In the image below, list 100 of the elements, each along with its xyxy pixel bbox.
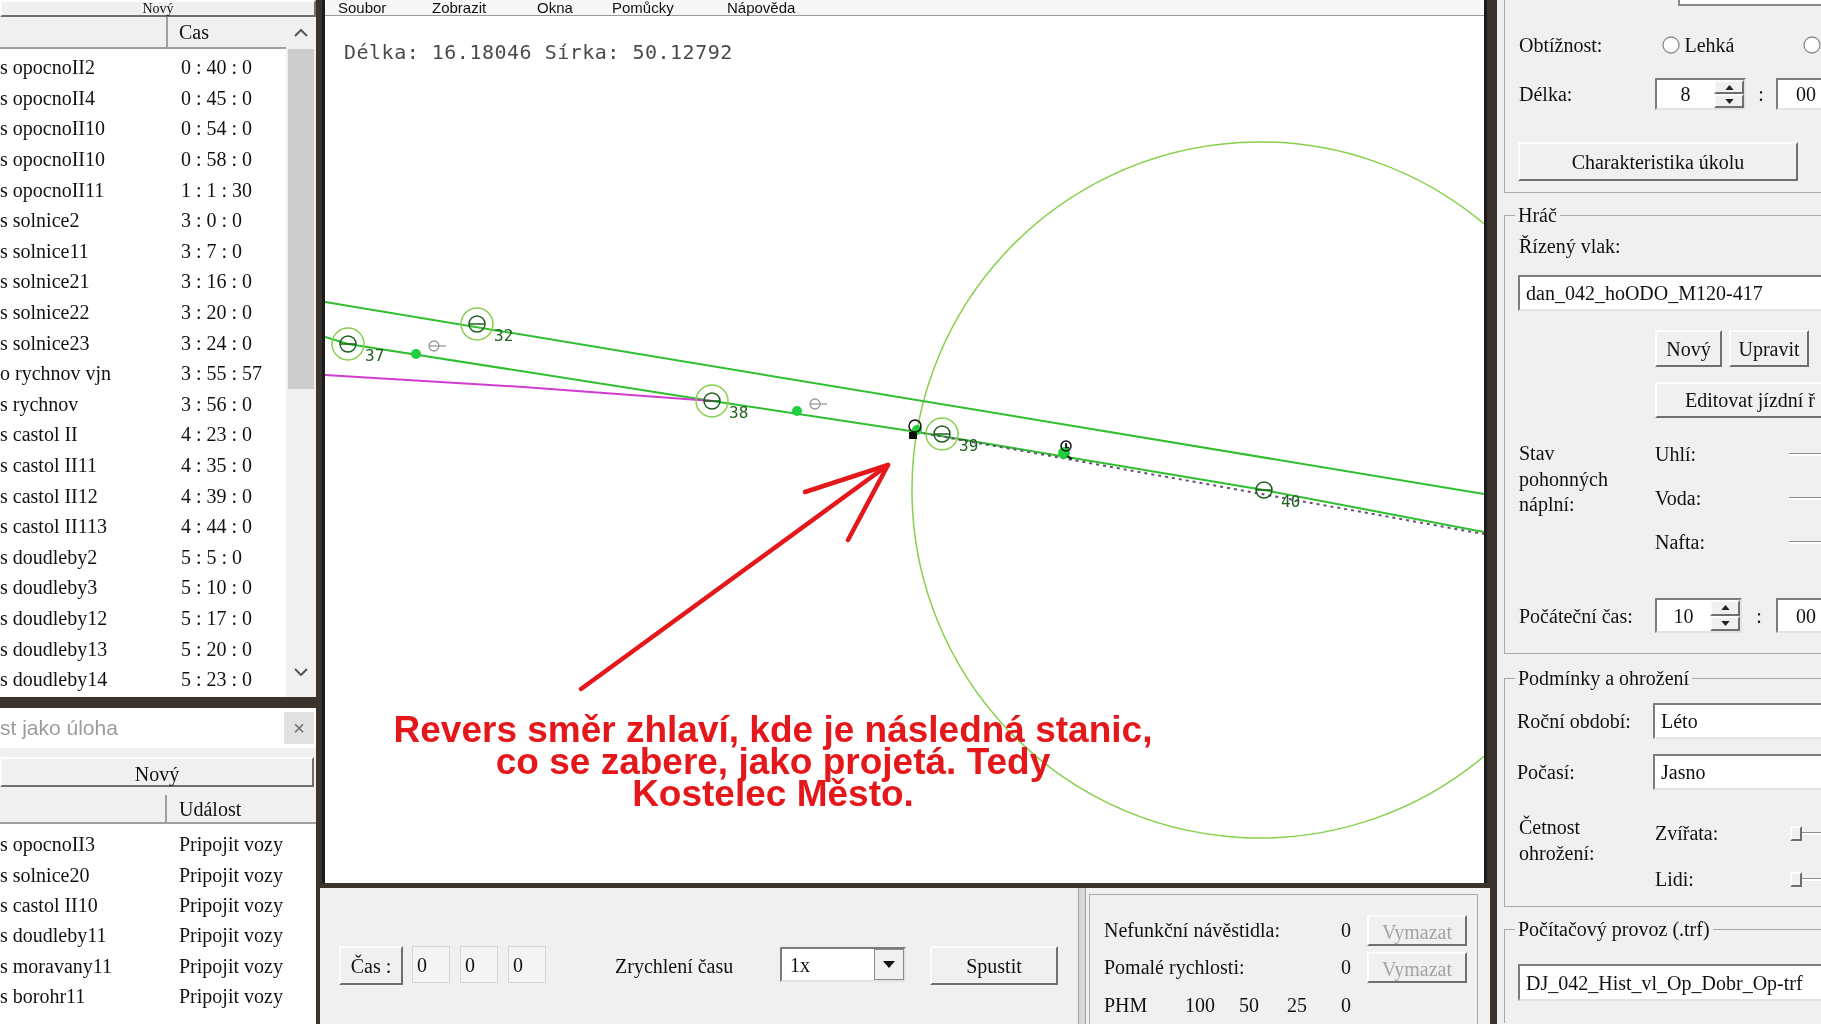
field-label: Voda: (1655, 486, 1703, 511)
counter-value: 0 (1341, 918, 1352, 944)
new-button[interactable]: Nový (1655, 330, 1722, 367)
field-label: Lidi: (1655, 867, 1695, 892)
table-cell-text: s solnice20 (0, 862, 91, 888)
group-title: Hráč (1517, 203, 1558, 227)
chevron-down-icon (294, 668, 308, 676)
slider-thumb[interactable] (1790, 871, 1802, 887)
radio-button[interactable] (1662, 36, 1681, 54)
table-cell-text: s solnice23 (0, 330, 91, 356)
table-cell-text: Pripojit vozy (178, 984, 283, 1010)
slider-track[interactable] (1789, 540, 1821, 544)
hours-field[interactable]: 10 (1655, 598, 1742, 633)
table-cell-text: 5 : 10 : 0 (180, 575, 253, 601)
speed-label: Zrychlení času (615, 953, 734, 980)
menu-item[interactable]: Soubor (338, 0, 387, 15)
table-cell-text: 5 : 23 : 0 (180, 667, 253, 693)
marker-label: 37 (365, 346, 385, 365)
input-field[interactable] (1678, 0, 1821, 6)
table-cell-text: s opocnoII11 (0, 177, 106, 204)
start-button[interactable]: Spustit (930, 946, 1058, 985)
table-cell-text: s opocnoII4 (0, 85, 96, 112)
new-button[interactable]: Nový (0, 0, 316, 17)
traffic-file-field[interactable]: DJ_042_Hist_vl_Op_Dobr_Op-trf (1518, 964, 1821, 1001)
table-cell-text: s opocnoII10 (0, 116, 106, 142)
field-label: Zvířata: (1655, 821, 1720, 846)
table-cell-text: 3 : 55 : 57 (180, 361, 263, 387)
characteristics-button[interactable]: Charakteristika úkolu (1518, 142, 1798, 181)
table-cell-text: 4 : 35 : 0 (180, 453, 253, 478)
table-cell-text: 5 : 5 : 0 (180, 544, 243, 570)
menu-item[interactable]: Okna (537, 0, 573, 15)
table-cell-text: 5 : 17 : 0 (180, 606, 253, 631)
table-cell-text: s opocnoII3 (0, 832, 96, 858)
field-label: Počáteční čas: (1519, 603, 1634, 629)
spin-up-button[interactable] (1710, 600, 1740, 616)
table-cell-text: s castol II113 (0, 514, 108, 540)
table-cell-text: s solnice21 (0, 269, 91, 295)
table-cell-text: s castol II12 (0, 483, 99, 509)
table-cell-text: s doudleby2 (0, 544, 99, 571)
table-cell-text: s doudleby3 (0, 575, 99, 601)
table-cell-text: 1 : 1 : 30 (180, 177, 253, 203)
table-cell-text: s castol II11 (0, 453, 98, 478)
table-cell-text: 3 : 56 : 0 (180, 391, 253, 417)
slider-track[interactable] (1789, 452, 1821, 456)
time-separator: : (1757, 82, 1765, 107)
spin-down-button[interactable] (1714, 94, 1744, 108)
fuel-value: 0 (1341, 993, 1351, 1016)
caret-down-icon (1720, 620, 1730, 626)
close-button[interactable]: × (284, 712, 314, 744)
table-cell-text: 3 : 20 : 0 (180, 300, 253, 326)
menu-item[interactable]: Zobrazit (432, 0, 487, 15)
signal-icon (809, 398, 828, 410)
table-cell-text: s solnice2 (0, 208, 81, 234)
field-label: Roční období: (1517, 709, 1631, 734)
radio-button[interactable] (1803, 36, 1821, 54)
menu-item[interactable]: Nápověda (727, 0, 796, 15)
table-cell-text: Pripojit vozy (178, 923, 283, 949)
train-field[interactable]: dan_042_hoODO_M120-417 (1518, 275, 1821, 311)
edit-button[interactable]: Upravit (1729, 330, 1809, 367)
table-cell-text: s castol II10 (0, 892, 99, 918)
time-field[interactable]: 0 (508, 946, 546, 983)
edit-timetable-button[interactable]: Editovat jízdní ř (1655, 382, 1821, 418)
table-cell-text: 4 : 44 : 0 (180, 514, 253, 540)
fuel-value: 50 (1239, 993, 1259, 1016)
table-cell-text: 0 : 45 : 0 (180, 85, 253, 111)
table-cell-text: s doudleby14 (0, 667, 109, 693)
slider-thumb[interactable] (1790, 825, 1802, 841)
table-cell-text: 3 : 16 : 0 (180, 269, 253, 295)
field-label: Četnost ohrožení: (1519, 814, 1596, 866)
hours-field[interactable]: 8 (1655, 78, 1746, 110)
field-label: Obtížnost: (1519, 33, 1604, 58)
table-cell-text: 4 : 39 : 0 (180, 483, 253, 509)
scrollbar[interactable] (286, 17, 316, 697)
spin-up-button[interactable] (1714, 80, 1744, 94)
radio-label: Lehká (1684, 33, 1735, 58)
table-cell-text: Pripojit vozy (178, 862, 283, 889)
new-button[interactable]: Nový (0, 757, 314, 787)
time-field[interactable]: 0 (460, 946, 498, 983)
group-title: Podmínky a ohrožení (1517, 666, 1691, 690)
menu-item[interactable]: Pomůcky (612, 0, 674, 15)
minutes-field[interactable]: 00 (1776, 78, 1821, 110)
time-separator: : (1755, 603, 1763, 629)
caret-down-icon (1724, 98, 1734, 104)
season-field[interactable]: Léto (1653, 703, 1821, 739)
time-button[interactable]: Čas : (339, 946, 403, 985)
slider-track[interactable] (1790, 825, 1821, 841)
fuel-value: 25 (1287, 993, 1307, 1016)
slider-track[interactable] (1789, 496, 1821, 500)
table-cell-text: s castol II (0, 422, 79, 448)
table-cell-text: s opocnoII2 (0, 55, 96, 81)
weather-field[interactable]: Jasno (1653, 754, 1821, 790)
scrollbar-thumb[interactable] (288, 49, 314, 389)
time-field[interactable]: 0 (412, 946, 450, 983)
table-cell-text: s rychnov (0, 391, 80, 418)
slider-track[interactable] (1790, 871, 1821, 887)
marker-label: 32 (494, 326, 514, 345)
dot-icon (411, 349, 421, 359)
speed-select[interactable]: 1x (780, 947, 906, 982)
field-label: Stav pohonných náplní: (1519, 441, 1609, 518)
minutes-field[interactable]: 00 (1776, 598, 1821, 633)
